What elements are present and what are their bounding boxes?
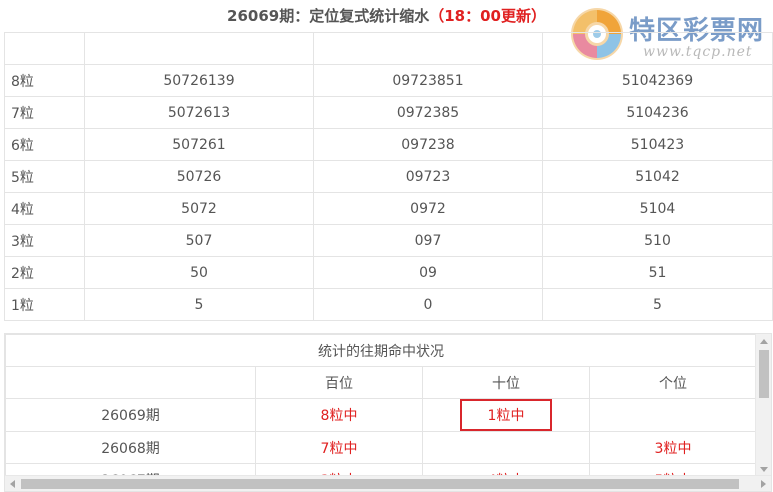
- grain-label: 8粒: [4, 64, 85, 97]
- title-main: 26069期：定位复式统计缩水: [227, 7, 430, 25]
- ge-value: 510: [542, 224, 773, 257]
- bai-value: 50726: [84, 160, 314, 193]
- column-header-period: [5, 366, 256, 399]
- history-header-row: 百位 十位 个位: [5, 366, 756, 399]
- table-row: 7粒 5072613 0972385 5104236: [4, 96, 773, 129]
- shi-hit: [422, 431, 590, 464]
- horizontal-scrollbar[interactable]: [5, 475, 771, 491]
- history-panel[interactable]: 统计的往期命中状况 百位 十位 个位 26069期 8粒中 1粒中 26068期…: [4, 333, 772, 492]
- scroll-left-icon[interactable]: [10, 480, 15, 488]
- ge-value: 5104: [542, 192, 773, 225]
- table-row: 2粒 50 09 51: [4, 256, 773, 289]
- shi-value: 0972385: [313, 96, 543, 129]
- grain-label: 2粒: [4, 256, 85, 289]
- scroll-up-icon[interactable]: [760, 339, 768, 344]
- bai-value: 5: [84, 288, 314, 321]
- shi-value: 097: [313, 224, 543, 257]
- table-row: 1粒 5 0 5: [4, 288, 773, 321]
- grain-label: 3粒: [4, 224, 85, 257]
- horizontal-scroll-thumb[interactable]: [21, 479, 739, 489]
- ge-hit: [589, 398, 756, 432]
- ge-value: 51042369: [542, 64, 773, 97]
- bai-hit: 7粒中: [255, 431, 423, 464]
- compound-header-cell: [84, 32, 314, 65]
- shi-value: 09723: [313, 160, 543, 193]
- shi-value: 09723851: [313, 64, 543, 97]
- ge-hit: 3粒中: [589, 431, 756, 464]
- bai-value: 507261: [84, 128, 314, 161]
- ge-value: 51: [542, 256, 773, 289]
- shi-value: 0972: [313, 192, 543, 225]
- compound-header-row: [4, 32, 773, 65]
- vertical-scroll-thumb[interactable]: [759, 350, 769, 398]
- bai-value: 50726139: [84, 64, 314, 97]
- history-title: 统计的往期命中状况: [5, 334, 756, 367]
- column-header-shi: 十位: [422, 366, 590, 399]
- bai-value: 5072: [84, 192, 314, 225]
- shi-value: 0: [313, 288, 543, 321]
- bai-value: 50: [84, 256, 314, 289]
- period-label: 26069期: [5, 398, 256, 432]
- ge-value: 5104236: [542, 96, 773, 129]
- period-label: 26068期: [5, 431, 256, 464]
- shi-hit-highlight: 1粒中: [459, 399, 553, 431]
- column-header-bai: 百位: [255, 366, 423, 399]
- scroll-right-icon[interactable]: [761, 480, 766, 488]
- ge-value: 51042: [542, 160, 773, 193]
- compound-header-cell: [542, 32, 773, 65]
- title-update-time: （18：00更新）: [429, 7, 546, 25]
- compound-header-cell: [4, 32, 85, 65]
- shi-value: 097238: [313, 128, 543, 161]
- bai-hit: 8粒中: [255, 398, 423, 432]
- bai-value: 507: [84, 224, 314, 257]
- grain-label: 1粒: [4, 288, 85, 321]
- shi-hit-cell: 1粒中: [422, 398, 590, 432]
- compound-table: 8粒 50726139 09723851 51042369 7粒 5072613…: [4, 32, 773, 321]
- scroll-down-icon[interactable]: [760, 467, 768, 472]
- table-row: 4粒 5072 0972 5104: [4, 192, 773, 225]
- grain-label: 5粒: [4, 160, 85, 193]
- table-row: 5粒 50726 09723 51042: [4, 160, 773, 193]
- history-title-row: 统计的往期命中状况: [5, 334, 756, 367]
- ge-value: 510423: [542, 128, 773, 161]
- compound-header-cell: [313, 32, 543, 65]
- shi-value: 09: [313, 256, 543, 289]
- bai-value: 5072613: [84, 96, 314, 129]
- vertical-scrollbar[interactable]: [755, 334, 771, 477]
- history-table: 统计的往期命中状况 百位 十位 个位 26069期 8粒中 1粒中 26068期…: [5, 334, 756, 477]
- grain-label: 4粒: [4, 192, 85, 225]
- column-header-ge: 个位: [589, 366, 756, 399]
- table-row: 8粒 50726139 09723851 51042369: [4, 64, 773, 97]
- table-row: 26068期 7粒中 3粒中: [5, 431, 756, 464]
- grain-label: 7粒: [4, 96, 85, 129]
- table-row: 26069期 8粒中 1粒中: [5, 398, 756, 432]
- grain-label: 6粒: [4, 128, 85, 161]
- ge-value: 5: [542, 288, 773, 321]
- table-row: 3粒 507 097 510: [4, 224, 773, 257]
- table-row: 6粒 507261 097238 510423: [4, 128, 773, 161]
- history-scroll-area[interactable]: 统计的往期命中状况 百位 十位 个位 26069期 8粒中 1粒中 26068期…: [5, 334, 756, 477]
